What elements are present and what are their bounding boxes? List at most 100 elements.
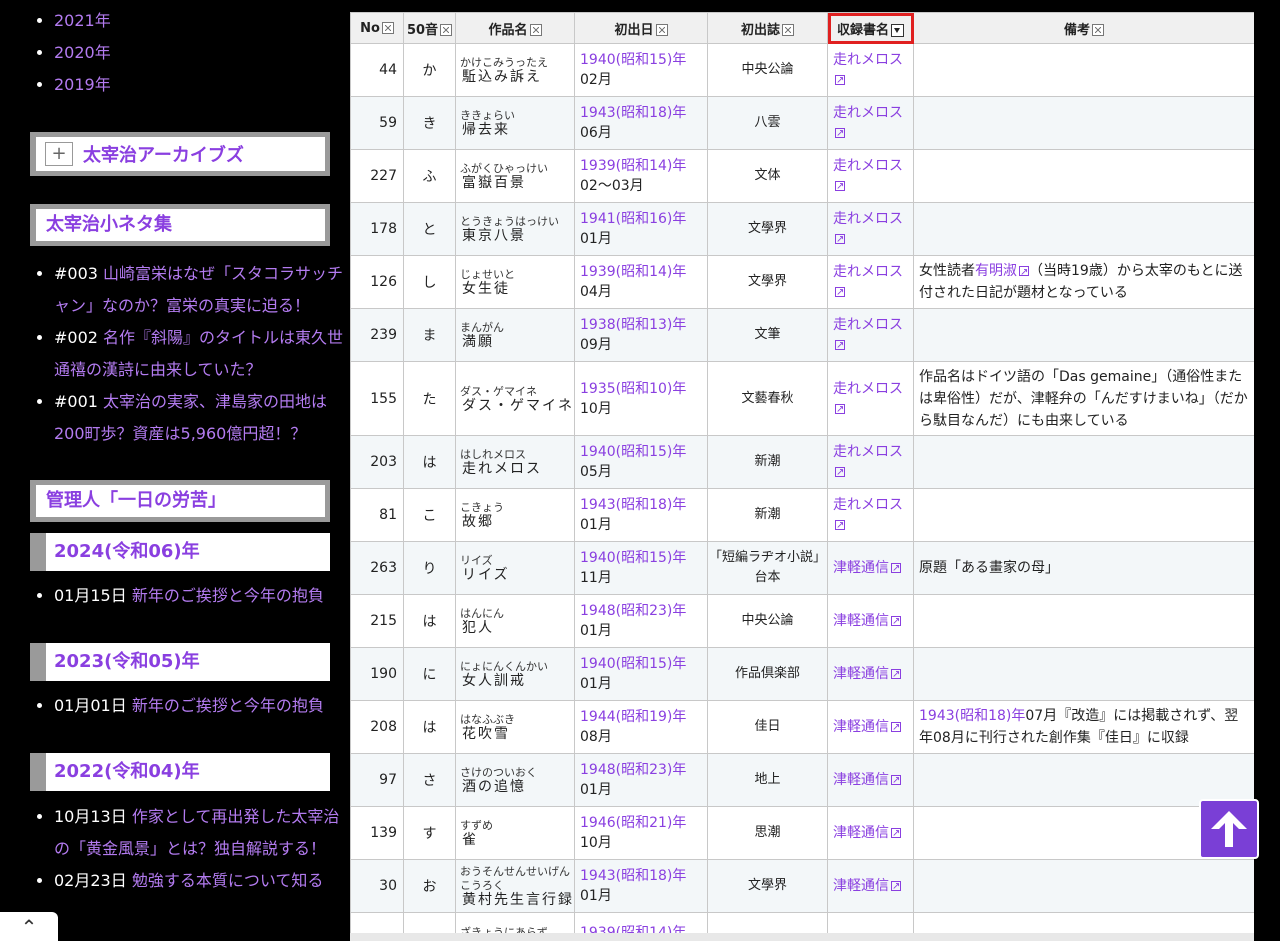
cell-note: 原題「ある畫家の母」 xyxy=(913,541,1254,595)
external-link-icon xyxy=(835,283,845,303)
title-name: ダス・ゲマイネ xyxy=(462,397,574,414)
date-year-link[interactable]: 1940(昭和15)年 xyxy=(580,654,707,674)
horizontal-scrollbar[interactable] xyxy=(350,933,1254,941)
header-label: 初出日 xyxy=(614,22,654,38)
diary-link[interactable]: 勉強する本質について知る xyxy=(132,871,324,890)
diary-item: 01月15日 新年のご挨拶と今年の抱負 xyxy=(54,580,354,612)
dropdown-arrow-icon[interactable] xyxy=(891,23,904,37)
filter-icon[interactable] xyxy=(440,24,453,36)
book-link[interactable]: 津軽通信 xyxy=(833,613,889,629)
book-link[interactable]: 津軽通信 xyxy=(833,719,889,735)
col-header-title[interactable]: 作品名 xyxy=(455,12,575,44)
archive-accordion[interactable]: + 太宰治アーカイブズ xyxy=(30,132,330,176)
date-year-link[interactable]: 1938(昭和13)年 xyxy=(580,315,707,335)
cell-kana: さ xyxy=(403,753,456,807)
external-link-icon xyxy=(835,230,845,250)
date-year-link[interactable]: 1935(昭和10)年 xyxy=(580,379,707,399)
date-year-link[interactable]: 1943(昭和18)年 xyxy=(580,103,707,123)
diary-link[interactable]: 新年のご挨拶と今年の抱負 xyxy=(132,696,324,715)
cell-kana: お xyxy=(403,859,456,913)
cell-magazine: 佳日 xyxy=(707,700,828,754)
date-year-link[interactable]: 1940(昭和15)年 xyxy=(580,50,707,70)
expand-plus-icon[interactable]: + xyxy=(45,142,73,166)
date-year-link[interactable]: 1948(昭和23)年 xyxy=(580,601,707,621)
title-ruby: ききょらい xyxy=(460,109,515,122)
note-link[interactable]: 1943(昭和18)年 xyxy=(919,708,1025,724)
col-header-kana[interactable]: 50音 xyxy=(403,12,456,44)
note-link[interactable]: 有明淑 xyxy=(975,263,1017,279)
cell-note xyxy=(913,43,1254,97)
title-ruby: おうそんせんせいげんこうろく xyxy=(460,865,570,892)
date-year-link[interactable]: 1939(昭和14)年 xyxy=(580,262,707,282)
cell-no: 208 xyxy=(350,700,404,754)
filter-icon[interactable] xyxy=(1092,24,1104,36)
date-year-link[interactable]: 1948(昭和23)年 xyxy=(580,760,707,780)
book-link[interactable]: 走れメロス xyxy=(833,444,903,460)
back-to-top-button[interactable] xyxy=(1199,799,1259,859)
filter-icon[interactable] xyxy=(381,22,394,34)
col-header-date[interactable]: 初出日 xyxy=(574,12,708,44)
book-link[interactable]: 津軽通信 xyxy=(833,560,889,576)
year-link-2019[interactable]: 2019年 xyxy=(54,64,330,96)
year-link-label[interactable]: 2019年 xyxy=(54,75,111,94)
book-link[interactable]: 津軽通信 xyxy=(833,666,889,682)
book-link[interactable]: 津軽通信 xyxy=(833,772,889,788)
cell-magazine: 地上 xyxy=(707,753,828,807)
date-year-link[interactable]: 1946(昭和21)年 xyxy=(580,813,707,833)
date-year-link[interactable]: 1943(昭和18)年 xyxy=(580,866,707,886)
diary-link[interactable]: 新年のご挨拶と今年の抱負 xyxy=(132,586,324,605)
cell-title: まんがん 満願 xyxy=(455,308,575,362)
cell-kana: り xyxy=(403,541,456,595)
book-link[interactable]: 走れメロス xyxy=(833,158,903,174)
arrow-up-icon[interactable] xyxy=(1207,807,1251,851)
date-year-link[interactable]: 1941(昭和16)年 xyxy=(580,209,707,229)
year-link-label[interactable]: 2020年 xyxy=(54,43,111,62)
table-row: 155 たダス・ゲマイネ ダス・ゲマイネ 1935(昭和10)年 10月 文藝春秋 走れメロ… xyxy=(350,361,1254,436)
book-link[interactable]: 走れメロス xyxy=(833,211,903,227)
book-link[interactable]: 走れメロス xyxy=(833,381,903,397)
cell-magazine: 新潮 xyxy=(707,435,828,489)
title-name: リイズ xyxy=(462,567,510,583)
book-link[interactable]: 走れメロス xyxy=(833,497,903,513)
year-link-label[interactable]: 2021年 xyxy=(54,11,111,30)
date-year-link[interactable]: 1939(昭和14)年 xyxy=(580,156,707,176)
year-link-2020[interactable]: 2020年 xyxy=(54,32,330,64)
title-ruby: はんにん xyxy=(460,607,504,620)
col-header-book[interactable]: 収録書名 xyxy=(827,12,914,44)
cell-no: 239 xyxy=(350,308,404,362)
cell-date: 1944(昭和19)年 08月 xyxy=(574,700,708,754)
external-link-icon xyxy=(835,516,845,536)
date-month: 01月 xyxy=(580,231,612,247)
cell-title: さけのついおく 酒の追憶 xyxy=(455,753,575,807)
filter-icon[interactable] xyxy=(529,24,542,36)
diary-year-heading: 2024(令和06)年 xyxy=(30,533,330,571)
cell-note xyxy=(913,859,1254,913)
filter-icon[interactable] xyxy=(655,24,668,36)
neta-item: #003 山崎富栄はなぜ「スタコラサッチャン」なのか？富栄の真実に迫る！ xyxy=(54,258,354,322)
date-year-link[interactable]: 1940(昭和15)年 xyxy=(580,442,707,462)
col-header-no[interactable]: No xyxy=(350,12,404,44)
table-row: 30 おおうそんせんせいげんこうろく 黄村先生言行録 1943(昭和18)年 01月 文學… xyxy=(350,859,1254,913)
book-link[interactable]: 走れメロス xyxy=(833,52,903,68)
cell-title: ふがくひゃっけい 富嶽百景 xyxy=(455,149,575,203)
cell-date: 1939(昭和14)年 04月 xyxy=(574,255,708,309)
book-link[interactable]: 津軽通信 xyxy=(833,878,889,894)
book-link[interactable]: 津軽通信 xyxy=(833,825,889,841)
col-header-magazine[interactable]: 初出誌 xyxy=(707,12,828,44)
title-name: 富嶽百景 xyxy=(462,175,526,191)
date-year-link[interactable]: 1943(昭和18)年 xyxy=(580,495,707,515)
collapse-tab[interactable]: ⌃ xyxy=(0,912,58,941)
book-link[interactable]: 走れメロス xyxy=(833,317,903,333)
filter-icon[interactable] xyxy=(782,24,794,36)
col-header-note[interactable]: 備考 xyxy=(913,12,1254,44)
book-link[interactable]: 走れメロス xyxy=(833,264,903,280)
cell-book: 津軽通信 xyxy=(827,594,914,648)
date-year-link[interactable]: 1940(昭和15)年 xyxy=(580,548,707,568)
table-row: 97 ささけのついおく 酒の追憶 1948(昭和23)年 01月 地上 津軽通信 xyxy=(350,753,1254,807)
book-link[interactable]: 走れメロス xyxy=(833,105,903,121)
chevron-up-icon[interactable]: ⌃ xyxy=(21,915,38,939)
year-link-2021[interactable]: 2021年 xyxy=(54,0,330,32)
date-year-link[interactable]: 1944(昭和19)年 xyxy=(580,707,707,727)
cell-note xyxy=(913,488,1254,542)
note-text: 女性読者 xyxy=(919,263,975,279)
